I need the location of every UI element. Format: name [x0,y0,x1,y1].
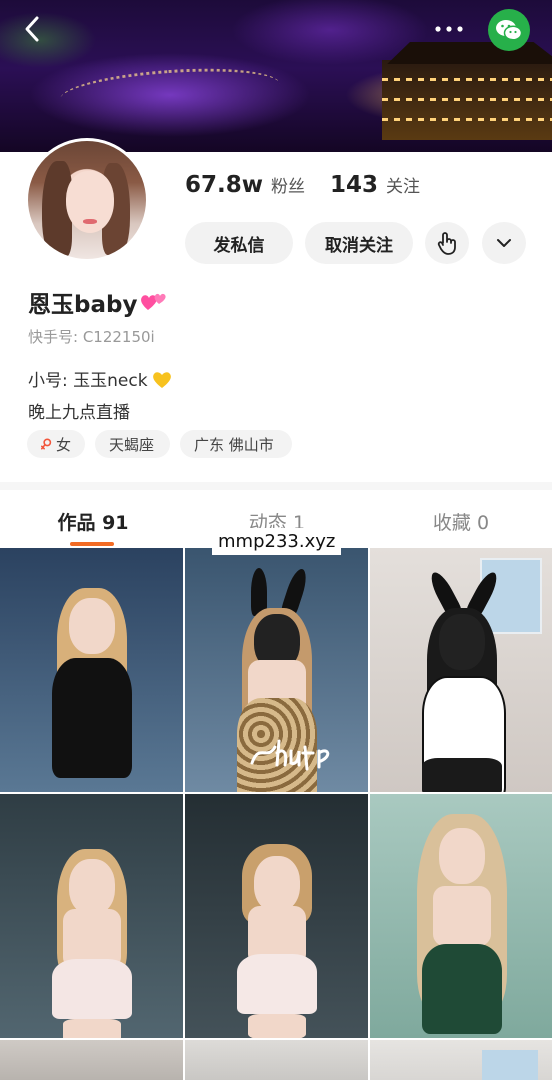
following-label: 关注 [386,177,421,197]
gender-tag: 女 [27,430,85,458]
grid-item[interactable] [0,1040,183,1080]
gender-tag-label: 女 [55,435,71,454]
more-button[interactable] [432,16,466,42]
photo-subject [32,849,152,1038]
two-hearts-icon [141,293,167,310]
following-count: 143 [330,172,379,198]
grid-item[interactable] [370,794,552,1038]
wechat-share-button[interactable] [488,9,530,51]
avatar[interactable] [25,138,149,262]
grid-item[interactable] [185,548,368,792]
profile-nickname: 恩玉baby [28,292,138,318]
shut-up-overlay [250,739,330,771]
profile-nickname-row: 恩玉baby [28,285,169,319]
tab-favorites[interactable]: 收藏 0 [418,506,504,536]
grid-item[interactable] [0,548,183,792]
section-divider [0,482,552,490]
followers-count: 67.8w [185,172,263,198]
profile-cover-image [0,0,552,152]
location-tag-label: 广东 佛山市 [194,435,274,454]
bio-line-2: 晚上九点直播 [28,403,130,423]
gesture-button[interactable] [425,222,469,264]
expand-button[interactable] [482,222,526,264]
grid-item[interactable] [0,794,183,1038]
zodiac-tag: 天蝎座 [95,430,170,458]
kuaishou-id: 快手号: C122150i [28,328,155,346]
bio-line-1: 小号: 玉玉neck [28,371,148,391]
female-icon [41,438,52,450]
send-message-button[interactable]: 发私信 [185,222,293,264]
photo-subject [217,844,337,1038]
location-tag: 广东 佛山市 [180,430,292,458]
wechat-icon [496,20,523,41]
grid-item[interactable] [370,1040,552,1080]
hand-tap-icon [437,232,456,255]
more-dots-icon [435,26,463,32]
grid-item[interactable] [185,1040,368,1080]
tab-works[interactable]: 作品 91 [50,506,136,536]
back-button[interactable] [18,14,48,44]
back-chevron-icon [25,16,39,42]
watermark-text: mmp233.xyz [212,528,342,555]
photo-subject [392,814,532,1038]
photo-subject [397,569,527,792]
chevron-down-icon [497,239,511,247]
cover-light-string [58,62,282,121]
followers-label: 粉丝 [271,177,305,197]
zodiac-tag-label: 天蝎座 [109,435,155,454]
grid-item[interactable] [185,794,368,1038]
bio-line-1-row: 小号: 玉玉neck [28,366,174,391]
followers-stat[interactable]: 67.8w 粉丝 [185,172,305,204]
yellow-heart-icon [152,371,171,388]
photo-subject [32,588,152,792]
cover-building [382,60,552,140]
unfollow-button[interactable]: 取消关注 [305,222,413,264]
active-tab-indicator [70,542,114,546]
grid-item[interactable] [370,548,552,792]
following-stat[interactable]: 143 关注 [330,172,420,204]
